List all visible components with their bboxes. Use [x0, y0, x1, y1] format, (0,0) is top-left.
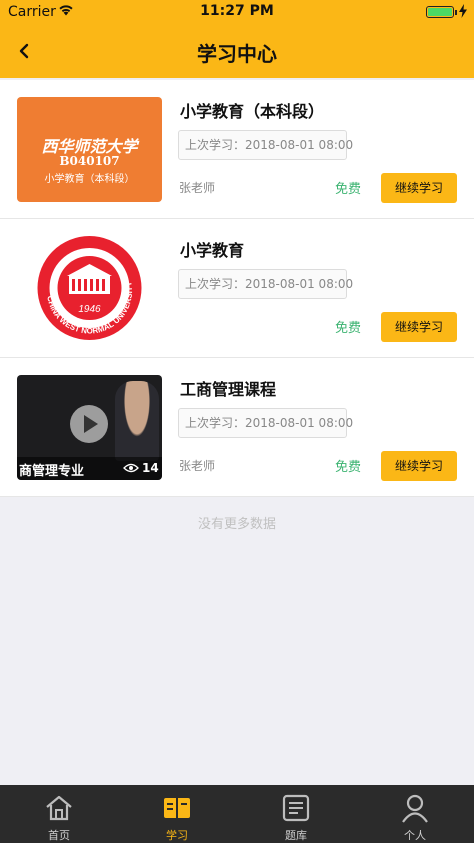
course-card[interactable]: 商管理专业 14 工商管理课程 上次学习：2018-08-01 08:00 张老… [0, 358, 474, 497]
course-card[interactable]: 西华师范大学 B040107 小学教育（本科段） 小学教育（本科段） 上次学习：… [0, 80, 474, 219]
question-bank-icon [282, 794, 310, 822]
continue-learning-button[interactable]: 继续学习 [381, 312, 457, 342]
tab-label: 个人 [404, 829, 426, 842]
continue-learning-button[interactable]: 继续学习 [381, 451, 457, 481]
price-label: 免费 [335, 182, 362, 197]
view-count: 14 [142, 461, 159, 475]
tab-study[interactable]: 学习 [118, 785, 236, 843]
last-study-time: 上次学习：2018-08-01 08:00 [178, 269, 353, 299]
view-count-eye-icon [123, 463, 139, 473]
book-icon [164, 798, 190, 818]
battery-icon [426, 6, 457, 18]
video-presenter-image [115, 381, 159, 461]
tab-label: 题库 [285, 829, 307, 842]
tab-question-bank[interactable]: 题库 [237, 785, 355, 843]
tab-label: 首页 [48, 829, 70, 842]
course-title: 小学教育 [180, 241, 245, 260]
header-bar: Carrier 11:27 PM 学习中心 [0, 0, 474, 78]
tab-profile[interactable]: 个人 [356, 785, 474, 843]
clock: 11:27 PM [200, 3, 274, 19]
price-label: 免费 [335, 321, 362, 336]
last-study-time: 上次学习：2018-08-01 08:00 [178, 130, 353, 160]
charging-icon [459, 4, 467, 18]
course-card[interactable]: CHINA WEST NORMAL UNIVERSITY 1946 小学教育 上… [0, 219, 474, 358]
thumb-course-name: 小学教育（本科段） [44, 174, 135, 185]
teacher-name: 张老师 [179, 459, 216, 473]
status-bar: Carrier 11:27 PM [0, 0, 474, 24]
home-icon [46, 795, 72, 821]
video-caption: 商管理专业 [19, 464, 85, 479]
course-title: 工商管理课程 [180, 380, 277, 399]
play-icon[interactable] [69, 404, 109, 444]
tab-bar: 首页 学习 题库 个人 [0, 785, 474, 843]
course-list: 西华师范大学 B040107 小学教育（本科段） 小学教育（本科段） 上次学习：… [0, 80, 474, 497]
tab-home[interactable]: 首页 [0, 785, 118, 843]
teacher-name: 张老师 [179, 181, 216, 195]
price-label: 免费 [335, 460, 362, 475]
page-title: 学习中心 [197, 42, 277, 66]
thumb-course-code: B040107 [59, 154, 120, 168]
university-seal-icon: CHINA WEST NORMAL UNIVERSITY 1946 [37, 236, 142, 340]
course-thumbnail[interactable]: CHINA WEST NORMAL UNIVERSITY 1946 [17, 236, 162, 341]
seal-year: 1946 [78, 304, 101, 315]
last-study-time: 上次学习：2018-08-01 08:00 [178, 408, 353, 438]
course-title: 小学教育（本科段） [180, 102, 325, 121]
continue-learning-button[interactable]: 继续学习 [381, 173, 457, 203]
course-thumbnail[interactable]: 商管理专业 14 [17, 375, 162, 480]
no-more-data-label: 没有更多数据 [197, 517, 276, 532]
person-icon [402, 794, 428, 823]
course-thumbnail[interactable]: 西华师范大学 B040107 小学教育（本科段） [17, 97, 162, 202]
tab-label: 学习 [166, 829, 188, 842]
